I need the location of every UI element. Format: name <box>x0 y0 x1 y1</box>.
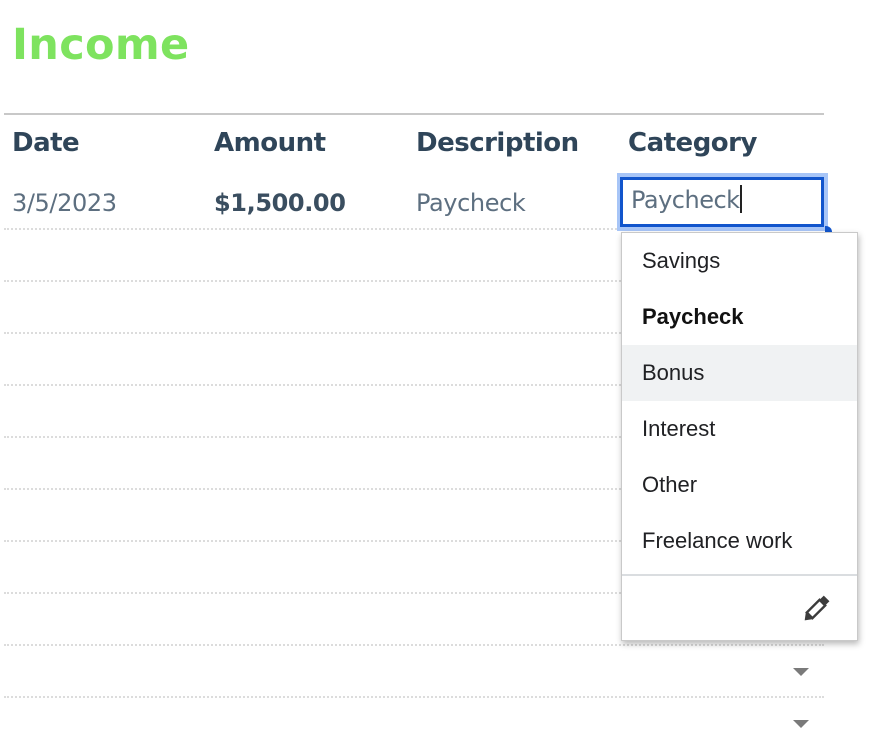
menu-item-interest[interactable]: Interest <box>622 401 857 457</box>
menu-item-other[interactable]: Other <box>622 457 857 513</box>
row-divider <box>4 644 824 646</box>
cell-date[interactable]: 3/5/2023 <box>12 189 117 217</box>
menu-item-savings[interactable]: Savings <box>622 233 857 289</box>
category-input-focus-ring: Paycheck <box>617 173 828 231</box>
edit-options-button[interactable] <box>798 591 834 627</box>
pencil-icon <box>804 595 830 621</box>
column-header-date[interactable]: Date <box>12 128 80 158</box>
category-input-value: Paycheck <box>631 186 740 214</box>
page-title: Income <box>12 20 190 70</box>
column-header-amount[interactable]: Amount <box>214 128 326 158</box>
column-header-description[interactable]: Description <box>416 128 579 158</box>
header-divider <box>4 113 824 115</box>
menu-item-freelance-work[interactable]: Freelance work <box>622 513 857 569</box>
menu-item-paycheck[interactable]: Paycheck <box>622 289 857 345</box>
row-divider <box>4 696 824 698</box>
cell-amount[interactable]: $1,500.00 <box>214 189 346 217</box>
menu-item-bonus[interactable]: Bonus <box>622 345 857 401</box>
dropdown-arrow-icon[interactable] <box>793 668 809 676</box>
column-header-category[interactable]: Category <box>628 128 757 158</box>
category-input[interactable]: Paycheck <box>620 177 824 227</box>
category-dropdown-menu: Savings Paycheck Bonus Interest Other Fr… <box>621 232 858 641</box>
text-caret <box>739 185 742 213</box>
cell-description[interactable]: Paycheck <box>416 189 526 217</box>
menu-divider <box>622 574 857 576</box>
dropdown-arrow-icon[interactable] <box>793 720 809 728</box>
